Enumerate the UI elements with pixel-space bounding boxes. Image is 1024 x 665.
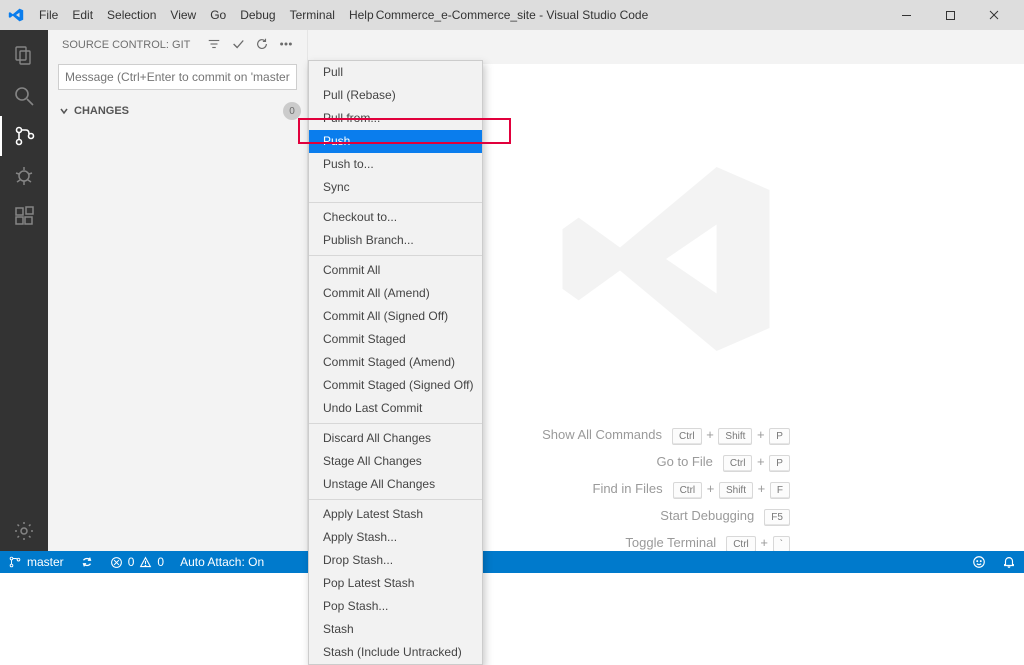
menu-item-push-to[interactable]: Push to...	[309, 153, 482, 176]
shortcut-row: Start Debugging F5	[660, 508, 790, 523]
keycap: Shift	[718, 428, 752, 445]
menu-item-pull-rebase[interactable]: Pull (Rebase)	[309, 84, 482, 107]
menu-item-stash-include-untracked[interactable]: Stash (Include Untracked)	[309, 641, 482, 664]
titlebar: File Edit Selection View Go Debug Termin…	[0, 0, 1024, 30]
close-button[interactable]	[972, 0, 1016, 30]
keycap: `	[773, 536, 790, 551]
activity-settings[interactable]	[0, 511, 48, 551]
menu-item-pop-stash[interactable]: Pop Stash...	[309, 595, 482, 618]
status-auto-attach[interactable]: Auto Attach: On	[172, 555, 272, 569]
menu-item-commit-staged[interactable]: Commit Staged	[309, 328, 482, 351]
shortcut-row: Go to File Ctrl + P	[657, 454, 790, 469]
menu-edit[interactable]: Edit	[65, 0, 100, 30]
menu-item-stage-all-changes[interactable]: Stage All Changes	[309, 450, 482, 473]
shortcut-label: Go to File	[657, 454, 713, 469]
menu-file[interactable]: File	[32, 0, 65, 30]
keycap: Ctrl	[726, 536, 756, 551]
menu-item-checkout-to[interactable]: Checkout to...	[309, 206, 482, 229]
menu-terminal[interactable]: Terminal	[283, 0, 342, 30]
shortcut-row: Find in Files Ctrl + Shift + F	[593, 481, 790, 496]
shortcut-row: Show All Commands Ctrl + Shift + P	[542, 427, 790, 442]
menu-item-pull-from[interactable]: Pull from...	[309, 107, 482, 130]
menu-item-unstage-all-changes[interactable]: Unstage All Changes	[309, 473, 482, 496]
keycap: F	[770, 482, 790, 499]
menu-item-commit-all[interactable]: Commit All	[309, 259, 482, 282]
menu-item-sync[interactable]: Sync	[309, 176, 482, 199]
menu-item-publish-branch[interactable]: Publish Branch...	[309, 229, 482, 252]
activity-explorer[interactable]	[0, 36, 48, 76]
menu-item-drop-stash[interactable]: Drop Stash...	[309, 549, 482, 572]
keycap: P	[769, 455, 790, 472]
menu-item-stash[interactable]: Stash	[309, 618, 482, 641]
changes-count-badge: 0	[283, 102, 301, 120]
shortcut-keys: Ctrl + `	[726, 535, 790, 550]
keycap: Ctrl	[723, 455, 753, 472]
changes-label: CHANGES	[74, 105, 129, 117]
maximize-button[interactable]	[928, 0, 972, 30]
menu-item-apply-latest-stash[interactable]: Apply Latest Stash	[309, 503, 482, 526]
menu-go[interactable]: Go	[203, 0, 233, 30]
status-sync[interactable]	[72, 555, 102, 569]
shortcut-label: Start Debugging	[660, 508, 754, 523]
shortcut-keys: Ctrl + P	[723, 454, 790, 469]
shortcut-keys: F5	[764, 508, 790, 523]
menu-item-pull[interactable]: Pull	[309, 61, 482, 84]
menu-item-commit-all-signed-off[interactable]: Commit All (Signed Off)	[309, 305, 482, 328]
status-branch[interactable]: master	[0, 555, 72, 569]
menu-item-discard-all-changes[interactable]: Discard All Changes	[309, 427, 482, 450]
minimize-button[interactable]	[884, 0, 928, 30]
activity-debug[interactable]	[0, 156, 48, 196]
keycap: Ctrl	[673, 482, 703, 499]
activity-extensions[interactable]	[0, 196, 48, 236]
scm-context-menu: PullPull (Rebase)Pull from...PushPush to…	[308, 60, 483, 665]
menu-bar: File Edit Selection View Go Debug Termin…	[32, 0, 381, 30]
menu-item-commit-staged-signed-off[interactable]: Commit Staged (Signed Off)	[309, 374, 482, 397]
shortcut-label: Show All Commands	[542, 427, 662, 442]
menu-item-commit-all-amend[interactable]: Commit All (Amend)	[309, 282, 482, 305]
vscode-watermark-icon	[551, 144, 781, 377]
menu-item-pop-latest-stash[interactable]: Pop Latest Stash	[309, 572, 482, 595]
status-feedback[interactable]	[964, 555, 994, 569]
source-control-panel: SOURCE CONTROL: GIT CHANGES 0	[48, 30, 308, 551]
status-bar: master 0 0 Auto Attach: On	[0, 551, 1024, 573]
status-branch-label: master	[27, 555, 64, 569]
menu-item-undo-last-commit[interactable]: Undo Last Commit	[309, 397, 482, 420]
keycap: Ctrl	[672, 428, 702, 445]
scm-header-label: SOURCE CONTROL: GIT	[62, 39, 190, 51]
vscode-logo-icon	[8, 7, 24, 23]
menu-item-apply-stash[interactable]: Apply Stash...	[309, 526, 482, 549]
menu-item-push[interactable]: Push	[309, 130, 482, 153]
status-warnings-count: 0	[157, 555, 164, 569]
menu-item-commit-staged-amend[interactable]: Commit Staged (Amend)	[309, 351, 482, 374]
shortcut-keys: Ctrl + Shift + F	[673, 481, 790, 496]
menu-debug[interactable]: Debug	[233, 0, 282, 30]
activity-bar	[0, 30, 48, 551]
scm-commit-icon[interactable]	[231, 37, 245, 54]
menu-view[interactable]: View	[163, 0, 203, 30]
window-title: Commerce_e-Commerce_site - Visual Studio…	[376, 0, 649, 30]
scm-toggle-view-icon[interactable]	[207, 37, 221, 54]
shortcut-row: Toggle Terminal Ctrl + `	[625, 535, 790, 550]
keycap: Shift	[719, 482, 753, 499]
commit-message-input[interactable]	[58, 64, 297, 90]
activity-source-control[interactable]	[0, 116, 48, 156]
scm-refresh-icon[interactable]	[255, 37, 269, 54]
shortcut-keys: Ctrl + Shift + P	[672, 427, 790, 442]
status-notifications[interactable]	[994, 555, 1024, 569]
keycap: P	[769, 428, 790, 445]
shortcut-label: Toggle Terminal	[625, 535, 716, 550]
scm-more-icon[interactable]	[279, 37, 293, 54]
status-errors-count: 0	[128, 555, 135, 569]
welcome-shortcuts: Show All Commands Ctrl + Shift + P Go to F…	[542, 427, 790, 550]
status-problems[interactable]: 0 0	[102, 555, 172, 569]
activity-search[interactable]	[0, 76, 48, 116]
changes-section[interactable]: CHANGES 0	[48, 98, 307, 124]
shortcut-label: Find in Files	[593, 481, 663, 496]
keycap: F5	[764, 509, 790, 526]
menu-selection[interactable]: Selection	[100, 0, 163, 30]
editor-tabbar	[308, 30, 1024, 64]
